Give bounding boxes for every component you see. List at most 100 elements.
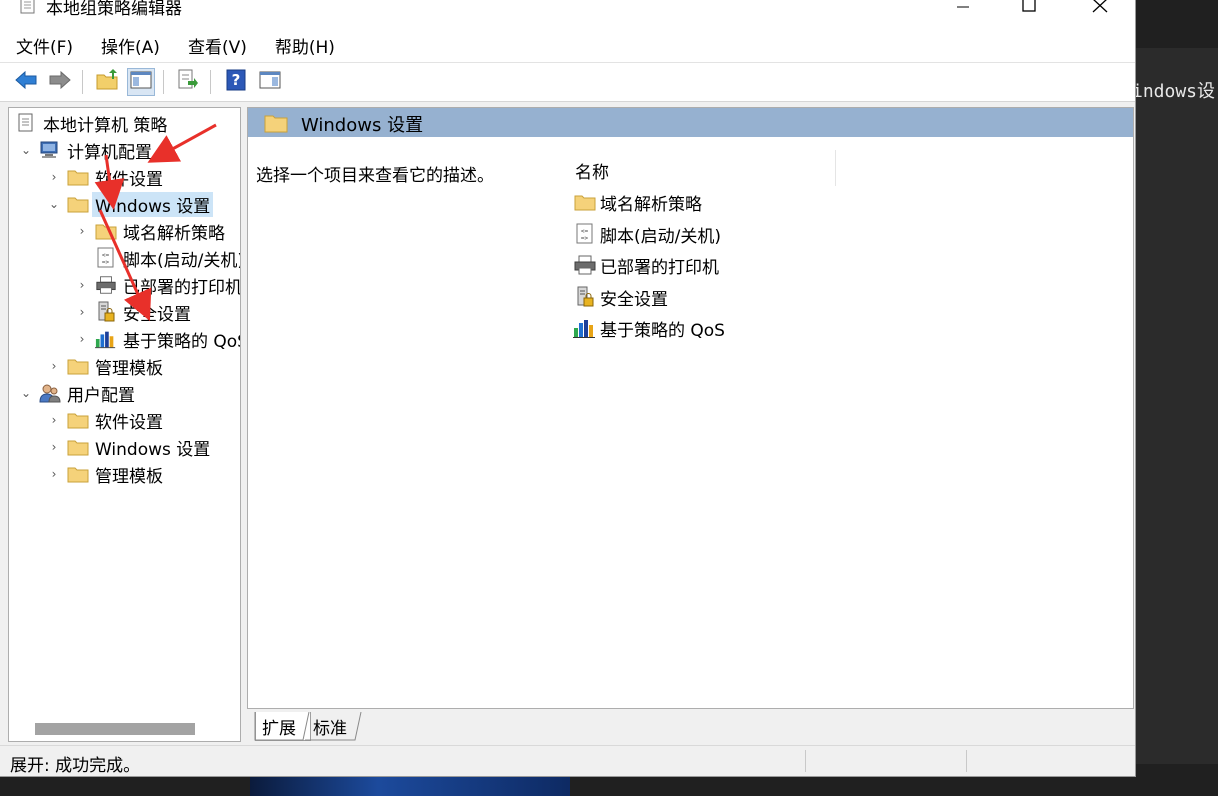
list-item-label: 基于策略的 QoS	[600, 320, 725, 341]
svg-text:=>: =>	[102, 259, 110, 266]
tree-item-root[interactable]: 本地计算机 策略	[13, 110, 167, 136]
tree-label: 本地计算机 策略	[43, 115, 168, 136]
chevron-right-icon[interactable]: ›	[47, 359, 61, 373]
up-folder-icon	[95, 68, 119, 96]
column-divider[interactable]	[835, 150, 836, 186]
forward-button[interactable]	[46, 68, 74, 96]
tree-item-security-settings[interactable]: › 安全设置	[75, 299, 191, 325]
list-item-label: 安全设置	[600, 289, 668, 310]
tree-item-scripts[interactable]: <= => 脚本(启动/关机)	[89, 245, 240, 271]
window-title: 本地组策略编辑器	[46, 0, 182, 19]
security-icon	[95, 301, 117, 322]
tree-item-user-software-settings[interactable]: › 软件设置	[47, 407, 163, 433]
background-terminal	[1135, 48, 1218, 764]
tree-item-windows-settings[interactable]: ⌄ Windows 设置	[47, 191, 214, 217]
tree-item-computer-config[interactable]: ⌄ 计算机配置	[19, 137, 152, 163]
list-item-policy-qos[interactable]: 基于策略的 QoS	[573, 314, 725, 342]
chevron-down-icon[interactable]: ⌄	[19, 386, 33, 400]
tree-item-admin-templates[interactable]: › 管理模板	[47, 353, 163, 379]
show-hide-tree-button[interactable]	[127, 68, 155, 96]
svg-text:<=: <=	[581, 228, 589, 235]
chevron-right-icon[interactable]: ›	[75, 278, 89, 292]
tree-item-user-windows-settings[interactable]: › Windows 设置	[47, 434, 211, 460]
horizontal-scrollbar-thumb[interactable]	[35, 723, 195, 735]
tree-item-software-settings[interactable]: › 软件设置	[47, 164, 163, 190]
svg-text:=>: =>	[581, 235, 589, 242]
chevron-right-icon[interactable]: ›	[75, 332, 89, 346]
chevron-right-icon[interactable]: ›	[47, 413, 61, 427]
folder-icon	[573, 191, 597, 213]
list-item-name-resolution-policy[interactable]: 域名解析策略	[573, 188, 702, 216]
chevron-right-icon[interactable]: ›	[75, 305, 89, 319]
folder-icon	[264, 113, 288, 138]
chevron-right-icon[interactable]: ›	[47, 170, 61, 184]
taskbar-wallpaper	[250, 776, 570, 796]
close-button[interactable]	[1077, 0, 1123, 26]
up-button[interactable]	[93, 68, 121, 96]
script-icon: <= =>	[95, 247, 117, 268]
details-header: Windows 设置	[248, 108, 1133, 138]
minimize-icon	[957, 0, 969, 18]
gpedit-window: 本地组策略编辑器 文件(F) 操作(A) 查看(V) 帮助(H) ? 本地计算机…	[0, 0, 1136, 777]
menu-help[interactable]: 帮助(H)	[263, 33, 347, 58]
properties-pane-button[interactable]	[256, 68, 284, 96]
show-hide-tree-icon	[130, 71, 152, 94]
list-item-label: 域名解析策略	[600, 194, 702, 215]
tree-label: 用户配置	[67, 385, 135, 406]
maximize-button[interactable]	[1006, 0, 1052, 26]
forward-icon	[48, 70, 72, 95]
list-item-deployed-printers[interactable]: 已部署的打印机	[573, 251, 719, 279]
tree-label: 管理模板	[95, 358, 163, 379]
title-bar[interactable]: 本地组策略编辑器	[0, 0, 1135, 28]
chevron-right-icon[interactable]: ›	[47, 440, 61, 454]
printer-icon	[573, 254, 597, 276]
details-header-title: Windows 设置	[301, 115, 424, 136]
printer-icon	[95, 275, 117, 295]
tree-pane[interactable]: 本地计算机 策略 ⌄ 计算机配置 › 软件设置 ⌄ Windows 设置 › 域…	[8, 107, 241, 742]
tree-label: 基于策略的 QoS	[123, 331, 241, 352]
tree-item-policy-qos[interactable]: › 基于策略的 QoS	[75, 326, 241, 352]
folder-icon	[67, 356, 89, 376]
computer-icon	[39, 140, 61, 160]
svg-text:?: ?	[232, 71, 241, 89]
maximize-icon	[1022, 0, 1036, 18]
tree-label: Windows 设置	[92, 191, 214, 217]
tree-label: 软件设置	[95, 412, 163, 433]
tree-item-name-resolution-policy[interactable]: › 域名解析策略	[75, 218, 225, 244]
chevron-down-icon[interactable]: ⌄	[47, 197, 61, 211]
tab-outline	[254, 712, 362, 741]
column-header-name[interactable]: 名称	[575, 158, 609, 183]
status-bar: 展开: 成功完成。	[0, 745, 1135, 776]
chevron-right-icon[interactable]: ›	[75, 224, 89, 238]
tree-item-user-admin-templates[interactable]: › 管理模板	[47, 461, 163, 487]
export-list-button[interactable]	[174, 68, 202, 96]
security-icon	[573, 286, 597, 308]
gpedit-app-icon	[20, 0, 36, 14]
menu-bar: 文件(F) 操作(A) 查看(V) 帮助(H)	[0, 28, 1135, 62]
menu-view[interactable]: 查看(V)	[176, 33, 259, 58]
policy-document-icon	[15, 113, 37, 133]
details-pane: Windows 设置 选择一个项目来查看它的描述。 名称 域名解析策略 <= =>…	[247, 107, 1134, 709]
chevron-down-icon[interactable]: ⌄	[19, 143, 33, 157]
status-divider	[966, 750, 967, 772]
chevron-right-icon[interactable]: ›	[47, 467, 61, 481]
minimize-button[interactable]	[940, 0, 986, 26]
script-icon: <= =>	[573, 223, 597, 245]
description-text: 选择一个项目来查看它的描述。	[256, 166, 494, 186]
list-item-scripts[interactable]: <= => 脚本(启动/关机)	[573, 220, 721, 248]
tree-label: 已部署的打印机	[123, 277, 241, 298]
menu-action[interactable]: 操作(A)	[89, 33, 172, 58]
folder-icon	[67, 437, 89, 457]
help-button[interactable]: ?	[222, 68, 250, 96]
tree-label: Windows 设置	[95, 439, 211, 460]
export-list-icon	[177, 69, 199, 96]
tree-label: 计算机配置	[67, 142, 152, 163]
list-item-security-settings[interactable]: 安全设置	[573, 283, 668, 311]
tree-label: 管理模板	[95, 466, 163, 487]
back-button[interactable]	[12, 68, 40, 96]
menu-file[interactable]: 文件(F)	[4, 33, 85, 58]
tree-item-user-config[interactable]: ⌄ 用户配置	[19, 380, 135, 406]
tree-label: 域名解析策略	[123, 223, 225, 244]
qos-chart-icon	[95, 329, 117, 349]
tree-item-deployed-printers[interactable]: › 已部署的打印机	[75, 272, 241, 298]
